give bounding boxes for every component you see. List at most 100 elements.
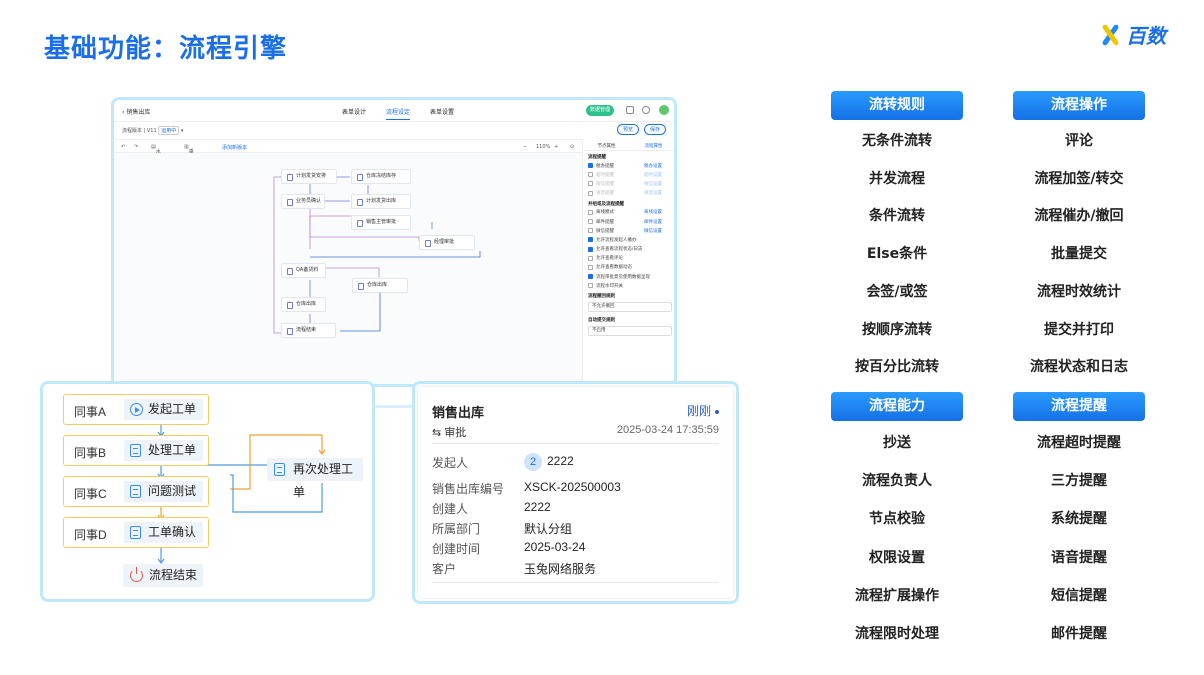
settings-link[interactable]: 离线设置	[644, 209, 662, 215]
checkbox[interactable]	[588, 181, 593, 187]
tab-node-props[interactable]: 节点属性	[598, 143, 616, 150]
feature-item: 系统提醒	[1051, 511, 1107, 528]
checkbox[interactable]	[588, 228, 593, 234]
option-row[interactable]: 允许查看评论	[583, 254, 674, 263]
checkbox[interactable]	[588, 255, 593, 261]
checkbox[interactable]	[588, 190, 593, 196]
issue-test-node[interactable]: 问题测试	[124, 481, 203, 502]
zoom-out-icon[interactable]: −	[523, 144, 527, 150]
flow-end-node[interactable]: 流程结束	[123, 564, 203, 587]
logo-mark-icon	[1098, 23, 1122, 47]
checkbox[interactable]	[588, 219, 593, 225]
settings-link[interactable]: 邮件设置	[644, 219, 662, 225]
add-version-button[interactable]: 添加新版本	[222, 144, 247, 151]
feature-item: 批量提交	[1051, 246, 1107, 263]
checkbox[interactable]	[588, 172, 593, 178]
doc-icon[interactable]	[626, 106, 634, 114]
avatar[interactable]	[659, 105, 669, 115]
start-ticket-node[interactable]: 发起工单	[124, 399, 203, 420]
vertical-layout-button[interactable]: ▥ 垂直画面	[184, 144, 194, 176]
flow-node[interactable]: 计划发货出库	[351, 194, 411, 209]
reprocess-ticket-node[interactable]: 再次处理工单	[267, 458, 363, 499]
option-row[interactable]: 催办提醒 催办设置	[583, 161, 674, 170]
option-label: 允许查看评论	[596, 256, 623, 262]
flow-node[interactable]: 仓库出库	[281, 297, 326, 312]
field-label: 销售出库编号	[432, 482, 505, 496]
option-row[interactable]: 离线模式 离线设置	[583, 208, 674, 217]
tab-flow-props[interactable]: 流程属性	[645, 143, 663, 150]
settings-link[interactable]: 短信设置	[644, 181, 662, 187]
detail-title: 销售出库	[432, 405, 485, 420]
field-value: XSCK-202500003	[524, 480, 621, 494]
tab-form-setting[interactable]: 表单设置	[430, 107, 454, 120]
doc-icon	[130, 526, 141, 539]
option-label: 超时提醒	[596, 172, 614, 178]
assignee-label: 同事D	[74, 528, 107, 542]
flow-node[interactable]: 仓库冻结库存	[351, 169, 411, 184]
flow-node[interactable]: 经理审批	[419, 235, 475, 250]
flow-node[interactable]: 业务员确认	[281, 194, 325, 209]
confirm-ticket-node[interactable]: 工单确认	[124, 522, 203, 543]
checkbox[interactable]	[588, 237, 593, 243]
bell-icon[interactable]	[642, 106, 650, 114]
feature-item: 语音提醒	[1051, 549, 1107, 566]
checkbox[interactable]	[588, 209, 593, 215]
version-selector[interactable]: 流程版本 | V11 运用中 ▾	[122, 126, 183, 135]
flow-canvas: 计划发货安排 仓库冻结库存 业务员确认 计划发货出库 销售主管审批 经理审批 Q…	[114, 153, 582, 384]
option-label: 流程审批意见使用数据呈现	[596, 274, 650, 280]
flow-node[interactable]: 计划发货安排	[281, 169, 337, 184]
assignee-label: 同事C	[74, 487, 107, 501]
option-row[interactable]: 邮件提醒 邮件设置	[583, 217, 674, 226]
option-row[interactable]: 流程水印开关	[583, 281, 674, 290]
doc-icon	[130, 485, 141, 498]
flow-node[interactable]: QA备货料	[281, 263, 326, 278]
option-row[interactable]: 超时提醒 超时设置	[583, 170, 674, 179]
option-row[interactable]: 语音提醒 语音设置	[583, 189, 674, 198]
checkbox[interactable]	[588, 274, 593, 280]
checkbox[interactable]	[588, 246, 593, 252]
checkbox[interactable]	[588, 283, 593, 289]
checkbox[interactable]	[588, 264, 593, 270]
play-icon	[130, 403, 143, 416]
feature-item: 抄送	[883, 435, 911, 451]
settings-link[interactable]: 超时设置	[644, 172, 662, 178]
option-row[interactable]: 微信提醒 微信设置	[583, 226, 674, 235]
properties-panel: 节点属性 流程属性 流程提醒 催办提醒 催办设置 超时提醒 超时设置 短信提醒 短信设置语…	[582, 139, 674, 384]
preview-button[interactable]: 预览	[617, 124, 640, 135]
feature-item: 评论	[1065, 133, 1093, 149]
zoom-in-icon[interactable]: +	[554, 144, 558, 150]
back-button[interactable]: ‹ 销售出库	[122, 107, 150, 116]
option-row[interactable]: 流程审批意见使用数据呈现	[583, 272, 674, 281]
flow-node[interactable]: 仓库出库	[352, 278, 408, 293]
process-ticket-node[interactable]: 处理工单	[124, 440, 203, 461]
option-row[interactable]: 短信提醒 短信设置	[583, 179, 674, 188]
option-row[interactable]: 允许查看流程状态/日志	[583, 245, 674, 254]
tab-form-design[interactable]: 表单设计	[342, 107, 366, 120]
assignee-label: 同事A	[74, 405, 107, 419]
option-label: 允许流程发起人撤办	[596, 237, 637, 243]
settings-link[interactable]: 催办设置	[644, 163, 662, 169]
field-value: 默认分组	[524, 522, 573, 536]
fit-icon[interactable]: ⊙	[570, 144, 574, 150]
tab-flow-setting[interactable]: 流程设定	[386, 107, 411, 120]
option-label: 语音提醒	[596, 191, 614, 197]
redo-icon[interactable]: ↷	[134, 144, 138, 150]
flow-node[interactable]: 销售主管审批	[351, 215, 411, 230]
undo-icon[interactable]: ↶	[121, 144, 125, 150]
user-badge: 2	[524, 453, 542, 471]
horizontal-layout-button[interactable]: ▤ 水平画面	[151, 144, 161, 176]
save-button[interactable]: 保存	[644, 124, 667, 135]
option-row[interactable]: 允许查看数据动态	[583, 263, 674, 272]
flow-example-card: 同事A 发起工单 同事B 处理工单 同事C 问题测试 同事D 工单确认 再次处理…	[40, 381, 375, 602]
flow-end-node[interactable]: 流程结束	[281, 323, 336, 338]
checkbox[interactable]	[588, 163, 593, 169]
assignee-label: 同事B	[74, 446, 107, 460]
settings-link[interactable]: 语音设置	[644, 190, 662, 196]
power-icon	[130, 567, 143, 582]
option-row[interactable]: 允许流程发起人撤办	[583, 235, 674, 244]
withdraw-rule-select[interactable]: 不允许撤回	[588, 302, 672, 313]
data-manage-button[interactable]: 数据管理	[586, 105, 614, 116]
auto-submit-select[interactable]: 不启用	[588, 326, 672, 337]
flow-step-row: 同事D 工单确认	[63, 517, 209, 548]
settings-link[interactable]: 微信设置	[644, 228, 662, 234]
